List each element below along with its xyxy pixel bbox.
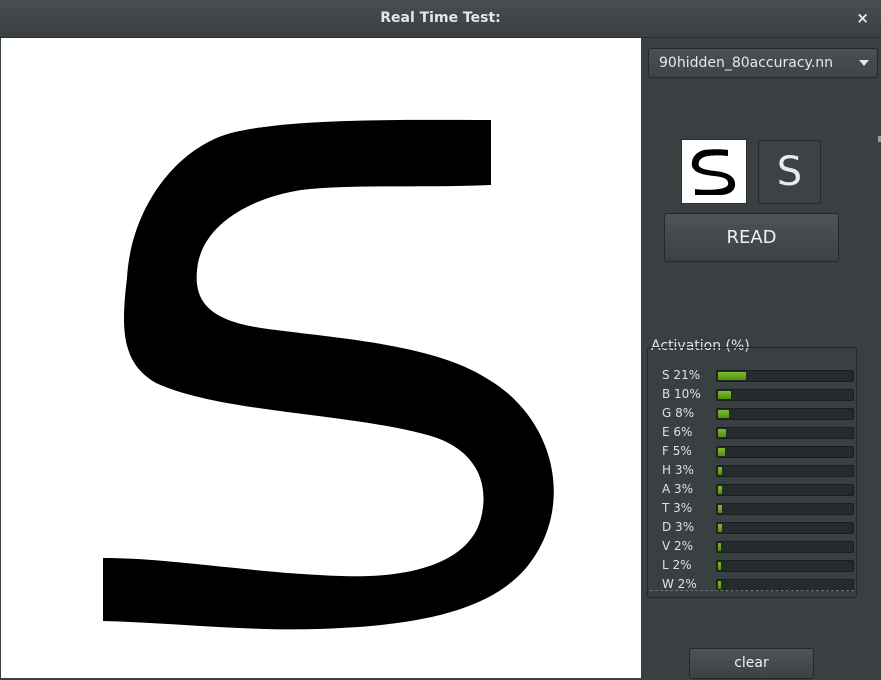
- activation-bar: [716, 503, 854, 515]
- activation-bar-fill: [718, 486, 722, 494]
- chevron-down-icon: [859, 60, 869, 66]
- predicted-letter: S: [758, 140, 821, 204]
- activation-row-v: V 2%: [648, 538, 856, 557]
- activation-bar-fill: [718, 467, 722, 475]
- activation-row-l: L 2%: [648, 557, 856, 576]
- activation-bar-fill: [718, 410, 729, 418]
- activation-label: B 10%: [662, 387, 701, 401]
- activation-bar-fill: [718, 581, 721, 589]
- clear-button[interactable]: clear: [689, 648, 814, 679]
- activation-bar: [716, 541, 854, 553]
- activation-bar-fill: [718, 562, 721, 570]
- activation-list[interactable]: S 21% B 10% G 8% E 6% F 5% H 3% A 3% T 3% D 3% V …: [647, 347, 857, 598]
- activation-label: H 3%: [662, 463, 694, 477]
- activation-label: A 3%: [662, 482, 694, 496]
- activation-bar-fill: [718, 524, 722, 532]
- activation-label: E 6%: [662, 425, 693, 439]
- model-select[interactable]: 90hidden_80accuracy.nn: [648, 48, 878, 78]
- activation-row-a: A 3%: [648, 481, 856, 500]
- activation-row-w: W 2%: [648, 576, 856, 595]
- activation-bar: [716, 465, 854, 477]
- activation-label: S 21%: [662, 368, 701, 382]
- activation-label: F 5%: [662, 444, 692, 458]
- activation-row-e: E 6%: [648, 424, 856, 443]
- input-preview-thumbnail: [681, 139, 747, 204]
- activation-bar: [716, 370, 854, 382]
- activation-bar-fill: [718, 448, 725, 456]
- activation-row-g: G 8%: [648, 405, 856, 424]
- activation-row-s: S 21%: [648, 367, 856, 386]
- activation-label: L 2%: [662, 558, 692, 572]
- activation-bar: [716, 522, 854, 534]
- window-titlebar: Real Time Test: ×: [0, 0, 881, 38]
- activation-row-t: T 3%: [648, 500, 856, 519]
- model-select-value: 90hidden_80accuracy.nn: [659, 55, 834, 71]
- activation-label: W 2%: [662, 577, 697, 591]
- activation-scroll-divider: [650, 590, 854, 591]
- activation-bar: [716, 484, 854, 496]
- activation-bar-fill: [718, 391, 731, 399]
- activation-bar-fill: [718, 372, 746, 380]
- activation-label: V 2%: [662, 539, 694, 553]
- activation-bar: [716, 560, 854, 572]
- activation-bar: [716, 446, 854, 458]
- activation-label: D 3%: [662, 520, 695, 534]
- activation-bar: [716, 389, 854, 401]
- activation-label: G 8%: [662, 406, 695, 420]
- drawing-canvas[interactable]: [1, 38, 641, 678]
- activation-bar-fill: [718, 505, 722, 513]
- activation-bar-fill: [718, 543, 721, 551]
- activation-bar: [716, 408, 854, 420]
- window-title: Real Time Test:: [380, 10, 501, 26]
- activation-row-h: H 3%: [648, 462, 856, 481]
- activation-bar-fill: [718, 429, 726, 437]
- activation-label: T 3%: [662, 501, 693, 515]
- close-icon[interactable]: ×: [856, 9, 869, 27]
- activation-bar: [716, 427, 854, 439]
- activation-row-d: D 3%: [648, 519, 856, 538]
- read-button[interactable]: READ: [664, 213, 839, 262]
- activation-row-b: B 10%: [648, 386, 856, 405]
- preview-letter-glyph: [691, 149, 736, 195]
- activation-row-f: F 5%: [648, 443, 856, 462]
- drawn-letter-stroke: [103, 119, 554, 630]
